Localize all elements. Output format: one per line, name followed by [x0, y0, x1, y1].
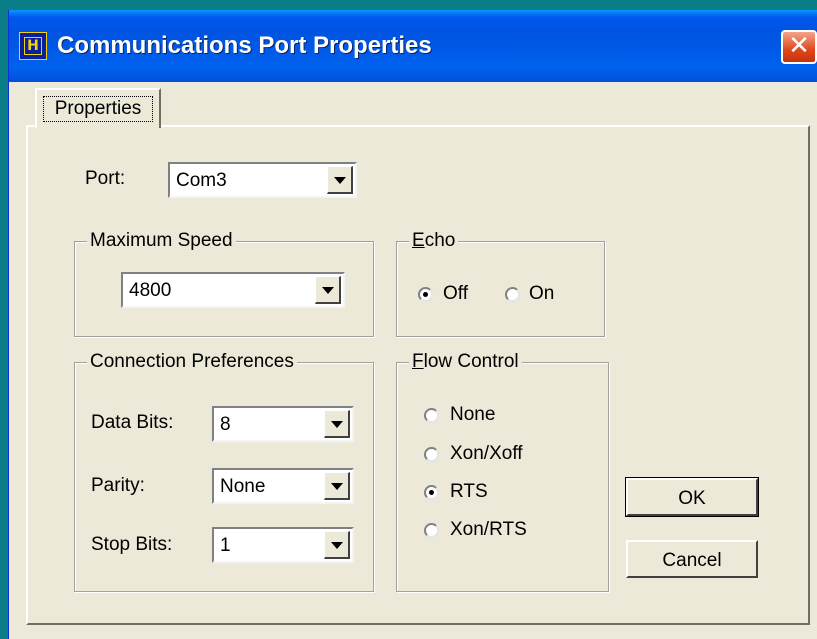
echo-on-label: On: [529, 283, 555, 304]
speed-select[interactable]: 4800: [121, 272, 345, 308]
flow-none-label: None: [450, 404, 496, 425]
connection-preferences-legend: Connection Preferences: [87, 351, 297, 373]
cancel-button-label: Cancel: [662, 550, 722, 571]
maximum-speed-group: Maximum Speed 4800: [74, 230, 374, 337]
speed-value: 4800: [129, 280, 172, 301]
parity-dropdown-icon[interactable]: [324, 472, 350, 500]
tab-properties-label: Properties: [43, 96, 153, 122]
data-bits-value: 8: [220, 414, 231, 435]
close-icon[interactable]: ✕: [781, 30, 817, 64]
flow-rts-radio[interactable]: [424, 485, 439, 500]
port-label: Port:: [85, 168, 126, 189]
speed-dropdown-icon[interactable]: [315, 276, 341, 304]
parity-value: None: [220, 476, 266, 497]
echo-on-radio[interactable]: [505, 287, 520, 302]
flow-rts-label: RTS: [450, 481, 488, 502]
flow-xon-xoff-radio[interactable]: [424, 447, 439, 462]
parity-label: Parity:: [91, 475, 145, 496]
flow-none-radio[interactable]: [424, 408, 439, 423]
port-value: Com3: [176, 170, 227, 191]
ok-button-label: OK: [678, 488, 706, 509]
flow-control-legend: Flow Control: [409, 351, 522, 373]
data-bits-label: Data Bits:: [91, 412, 174, 433]
port-dropdown-icon[interactable]: [327, 166, 353, 194]
echo-off-radio[interactable]: [418, 287, 433, 302]
port-select[interactable]: Com3: [168, 162, 357, 198]
maximum-speed-legend: Maximum Speed: [87, 230, 236, 252]
properties-panel: Port: Com3 Maximum Speed 4800 Echo Off O…: [26, 125, 810, 625]
cancel-button[interactable]: Cancel: [626, 540, 758, 578]
stop-bits-value: 1: [220, 535, 231, 556]
ok-button[interactable]: OK: [625, 477, 759, 517]
window-title: Communications Port Properties: [57, 32, 432, 59]
flow-xon-rts-label: Xon/RTS: [450, 519, 527, 540]
flow-xon-rts-radio[interactable]: [424, 523, 439, 538]
flow-control-group: Flow Control None Xon/Xoff RTS Xon/RTS: [396, 351, 609, 592]
app-icon: H: [19, 32, 47, 60]
echo-group: Echo Off On: [396, 230, 605, 337]
dialog-window: H Communications Port Properties ✕ Prope…: [8, 10, 817, 639]
stop-bits-label: Stop Bits:: [91, 534, 173, 555]
tab-properties[interactable]: Properties: [35, 88, 161, 128]
flow-xon-xoff-label: Xon/Xoff: [450, 443, 523, 464]
connection-preferences-group: Connection Preferences Data Bits: 8 Pari…: [74, 351, 374, 592]
data-bits-select[interactable]: 8: [212, 406, 354, 442]
parity-select[interactable]: None: [212, 468, 354, 504]
stop-bits-select[interactable]: 1: [212, 527, 354, 563]
echo-off-label: Off: [443, 283, 468, 304]
title-bar[interactable]: H Communications Port Properties ✕: [9, 10, 817, 82]
echo-legend: Echo: [409, 230, 459, 252]
stop-bits-dropdown-icon[interactable]: [324, 531, 350, 559]
data-bits-dropdown-icon[interactable]: [324, 410, 350, 438]
